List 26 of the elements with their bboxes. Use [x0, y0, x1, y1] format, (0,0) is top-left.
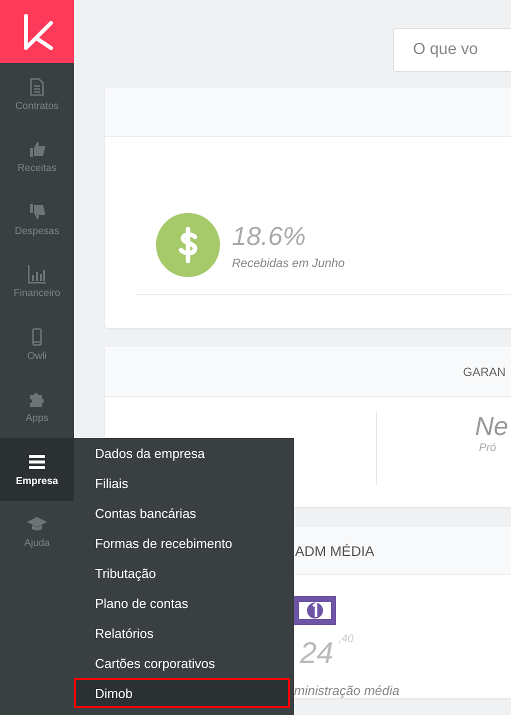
stat-caption: Pró	[479, 442, 498, 454]
dollar-icon	[156, 213, 220, 277]
amount-value: 24	[300, 637, 334, 671]
menu-item[interactable]: Plano de contas	[74, 588, 290, 618]
card-title: ADM MÉDIA	[295, 542, 374, 558]
bar-chart-icon	[27, 264, 47, 284]
amount-caption: ministração média	[294, 683, 400, 698]
menu-item[interactable]: Cartões corporativos	[74, 648, 290, 678]
menu-item[interactable]: Dimob	[74, 678, 290, 708]
logo-tile[interactable]	[0, 0, 74, 63]
menu-item[interactable]: Contas bancárias	[74, 498, 290, 528]
document-icon	[27, 76, 47, 97]
stat-value: Ne	[475, 411, 508, 442]
percentage-value: 18.6%	[232, 220, 307, 252]
percentage-caption: Recebidas em Junho	[232, 256, 345, 270]
menu-item[interactable]: Filiais	[74, 468, 290, 498]
thumbs-up-icon	[27, 139, 47, 160]
menu-item[interactable]: Tributação	[74, 558, 290, 588]
menu-item[interactable]: Relatórios	[74, 618, 290, 648]
sidebar-item[interactable]: Empresa	[0, 438, 74, 500]
thumbs-down-icon	[27, 202, 47, 222]
banknote-icon	[294, 596, 336, 625]
card-title: GARAN	[463, 364, 506, 378]
menu-item[interactable]: Dados da empresa	[74, 438, 290, 468]
search-field[interactable]: O que vo	[393, 28, 511, 72]
menu-item[interactable]: Formas de recebimento	[74, 528, 290, 558]
